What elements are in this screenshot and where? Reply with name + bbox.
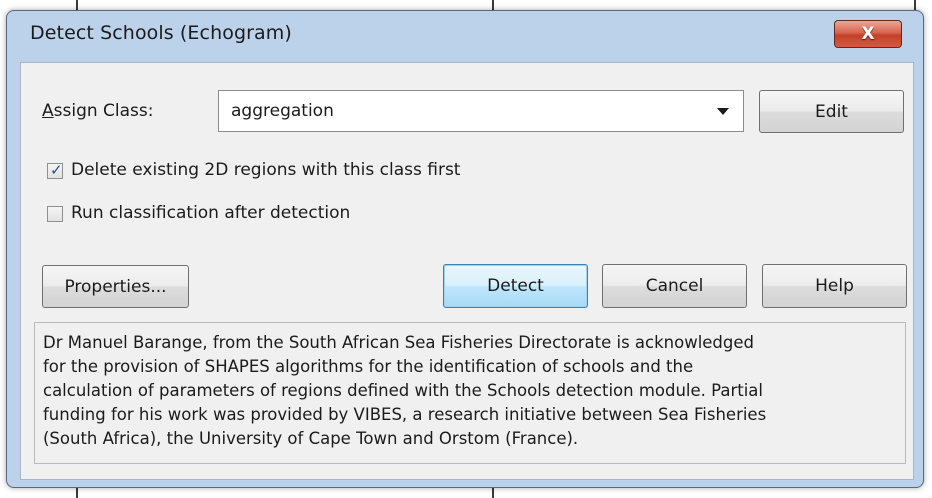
assign-class-value: aggregation [231,101,334,121]
acknowledgement-text-box: Dr Manuel Barange, from the South Africa… [34,322,906,464]
background-line [76,0,78,10]
assign-class-label-text: ssign Class: [53,101,154,121]
checkmark-icon: ✓ [50,161,63,179]
acknowledgement-line: Dr Manuel Barange, from the South Africa… [43,333,754,352]
edit-button[interactable]: Edit [759,90,904,133]
background-line [914,0,916,10]
acknowledgement-line: (South Africa), the University of Cape T… [43,429,579,448]
assign-class-label: Assign Class: [42,101,154,121]
acknowledgement-line: funding for his work was provided by VIB… [43,405,767,424]
acknowledgement-line: calculation of parameters of regions def… [43,381,763,400]
close-button[interactable]: X [834,20,902,48]
background-line [492,0,494,10]
background-line [76,488,78,498]
detect-button[interactable]: Detect [443,264,588,308]
acknowledgement-line: for the provision of SHAPES algorithms f… [43,357,694,376]
close-icon: X [861,24,875,44]
dialog-title: Detect Schools (Echogram) [30,22,292,44]
assign-class-accelerator: A [42,101,54,121]
delete-existing-label[interactable]: Delete existing 2D regions with this cla… [71,160,460,180]
assign-class-select[interactable]: aggregation [218,90,744,132]
properties-button[interactable]: Properties... [42,265,189,308]
cancel-button[interactable]: Cancel [602,264,747,308]
delete-existing-checkbox[interactable]: ✓ [47,161,63,179]
run-classification-checkbox[interactable] [47,206,63,222]
run-classification-label[interactable]: Run classification after detection [71,203,350,223]
background-line [492,488,494,498]
help-button[interactable]: Help [762,264,907,308]
chevron-down-icon[interactable] [717,108,729,115]
